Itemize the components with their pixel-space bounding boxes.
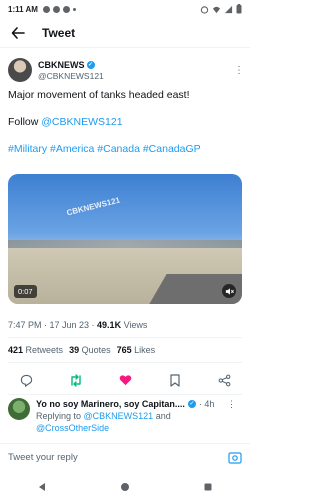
divider [8, 394, 242, 395]
like-icon [119, 375, 131, 386]
reply-time: · 4h [198, 399, 215, 409]
replying-to-link-1[interactable]: @CBKNEWS121 [84, 411, 154, 421]
replying-prefix: Replying to [36, 411, 84, 421]
follow-prefix: Follow [8, 116, 42, 128]
nav-back-button[interactable] [34, 479, 50, 495]
likes-count: 765 [116, 345, 132, 355]
mute-button[interactable] [222, 284, 236, 298]
divider [8, 337, 242, 338]
tweet-text: Major movement of tanks headed east! Fol… [8, 88, 242, 169]
more-icon[interactable]: ⋮ [227, 398, 236, 410]
hashtag-military[interactable]: #Military [8, 143, 47, 155]
like-button[interactable] [117, 372, 133, 388]
retweet-button[interactable] [68, 372, 84, 388]
share-button[interactable] [216, 372, 232, 388]
retweets-count: 421 [8, 345, 24, 355]
replying-to: Replying to @CBKNEWS121 and @CrossOtherS… [36, 410, 236, 434]
page-title: Tweet [42, 25, 76, 40]
author-name-row: CBKNEWS ✓ [38, 60, 104, 70]
tweet-timestamp: 7:47 PM · 17 Jun 23 · [8, 320, 98, 330]
reply-body: Yo no soy Marinero, soy Capitan.... ✓ · … [36, 398, 236, 442]
tweet-stats: 421 Retweets 39 Quotes 765 Likes [8, 345, 242, 355]
status-bar: 1:11 AM [0, 0, 250, 18]
quotes-stat[interactable]: 39 Quotes [69, 345, 111, 355]
likes-label: Likes [131, 345, 156, 355]
back-button[interactable] [8, 23, 28, 43]
image-icon[interactable] [228, 451, 242, 465]
reply-input[interactable] [8, 452, 228, 463]
quotes-count: 39 [69, 345, 80, 355]
reply-tweet[interactable]: Yo no soy Marinero, soy Capitan.... ✓ · … [8, 398, 242, 442]
views-label: Views [121, 320, 148, 330]
divider [8, 362, 242, 363]
tweet-video[interactable]: CBKNEWS121 0:07 [8, 174, 242, 304]
more-icon[interactable]: ⋮ [234, 65, 244, 76]
signal-icon [224, 5, 233, 13]
video-watermark: CBKNEWS121 [65, 195, 121, 218]
author-handle: @CBKNEWS121 [38, 70, 104, 81]
hashtag-canadagp[interactable]: #CanadaGP [143, 143, 201, 155]
hashtag-line: #Military #America #Canada #CanadaGP [8, 142, 242, 156]
messenger-icon [42, 5, 50, 13]
retweets-label: Retweets [23, 345, 64, 355]
wifi-icon [212, 6, 221, 13]
author-avatar[interactable] [8, 58, 32, 82]
tweet-header: Tweet [0, 18, 250, 48]
nav-recents-button[interactable] [200, 479, 216, 495]
status-time: 1:11 AM [8, 4, 38, 14]
reply-button[interactable] [18, 372, 34, 388]
hashtag-canada[interactable]: #Canada [97, 143, 140, 155]
notification-icons [42, 5, 76, 13]
battery-icon [236, 4, 242, 14]
nav-back-icon [38, 483, 45, 491]
follow-handle-link[interactable]: @CBKNEWS121 [41, 116, 122, 128]
share-icon [218, 374, 230, 386]
bookmark-button[interactable] [167, 372, 183, 388]
video-hills [8, 240, 242, 248]
tweet-author: CBKNEWS ✓ @CBKNEWS121 ⋮ [8, 56, 244, 84]
nav-home-button[interactable] [117, 479, 133, 495]
verified-icon: ✓ [86, 60, 95, 69]
replying-to-link-2[interactable]: @CrossOtherSide [36, 423, 109, 433]
more-notifications-icon [72, 7, 76, 11]
tweet-follow-line: Follow @CBKNEWS121 [8, 115, 242, 129]
nav-home-icon [120, 483, 129, 491]
reply-author-name: Yo no soy Marinero, soy Capitan.... [36, 399, 185, 409]
reply-icon [20, 374, 32, 387]
reply-composer [0, 443, 250, 471]
system-icons [200, 4, 242, 14]
author-info[interactable]: CBKNEWS ✓ @CBKNEWS121 [38, 60, 104, 81]
notification-icon [52, 5, 60, 13]
reply-header: Yo no soy Marinero, soy Capitan.... ✓ · … [36, 398, 236, 410]
verified-icon: ✓ [187, 400, 196, 408]
alarm-icon [200, 5, 209, 14]
likes-stat[interactable]: 765 Likes [117, 345, 156, 355]
retweets-stat[interactable]: 421 Retweets [8, 345, 63, 355]
system-nav-bar [0, 474, 250, 500]
tiktok-icon [62, 5, 70, 13]
quotes-label: Quotes [79, 345, 111, 355]
replying-and: and [153, 411, 171, 421]
nav-recents-icon [204, 483, 212, 491]
views-count: 49.1K [97, 320, 122, 330]
tweet-actions [8, 370, 242, 390]
video-duration: 0:07 [14, 285, 37, 298]
reply-avatar[interactable] [8, 398, 30, 420]
retweet-icon [70, 373, 81, 387]
mute-icon [225, 287, 234, 295]
back-arrow-icon [11, 26, 25, 39]
bookmark-icon [169, 373, 180, 387]
tweet-line-1: Major movement of tanks headed east! [8, 89, 190, 101]
tweet-meta: 7:47 PM · 17 Jun 23 · 49.1K Views [8, 320, 242, 330]
hashtag-america[interactable]: #America [50, 143, 94, 155]
author-name: CBKNEWS [38, 59, 85, 70]
